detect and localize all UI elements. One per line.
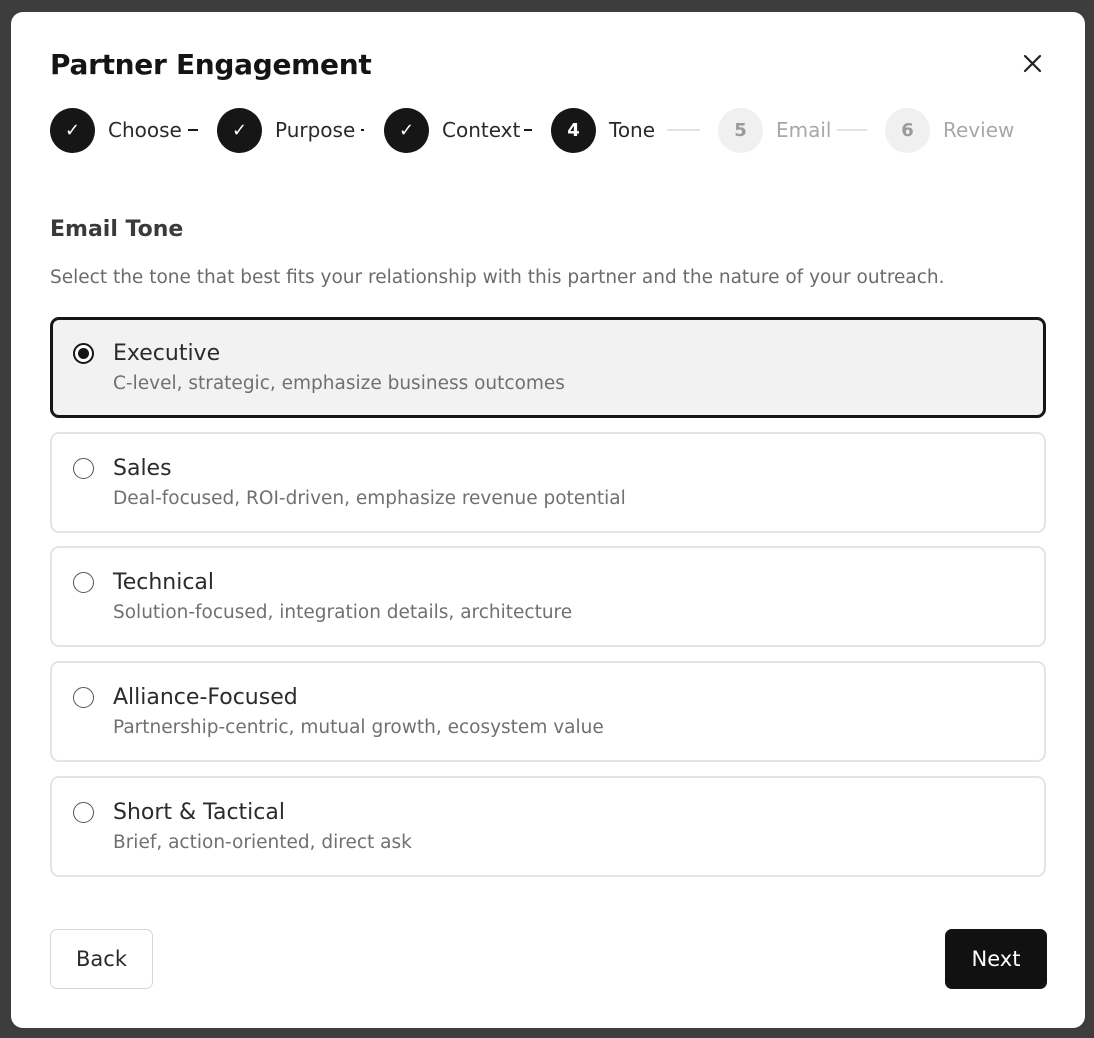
step-number: 4 <box>551 107 596 153</box>
partner-engagement-dialog: Partner Engagement ✓ Choose ✓ Purpose ✓ … <box>11 12 1085 1028</box>
radio-selected-dot <box>78 348 89 359</box>
check-icon: ✓ <box>217 107 262 153</box>
option-description: Brief, action-oriented, direct ask <box>113 832 412 853</box>
radio-button[interactable] <box>73 572 94 593</box>
step-label: Context <box>442 118 521 142</box>
option-title: Short & Tactical <box>113 800 285 825</box>
step-email: 5 Email <box>718 107 832 153</box>
step-label: Choose <box>108 118 182 142</box>
close-icon <box>1023 54 1042 73</box>
step-context: ✓ Context <box>384 107 520 153</box>
step-label: Review <box>943 118 1015 142</box>
tone-option-sales[interactable]: Sales Deal-focused, ROI-driven, emphasiz… <box>50 432 1046 533</box>
next-button[interactable]: Next <box>945 929 1047 989</box>
section-title: Email Tone <box>50 217 184 242</box>
option-title: Executive <box>113 341 221 366</box>
step-number: 6 <box>885 107 930 153</box>
radio-button[interactable] <box>73 687 94 708</box>
tone-option-short-tactical[interactable]: Short & Tactical Brief, action-oriented,… <box>50 776 1046 877</box>
step-connector <box>837 129 867 131</box>
step-connector <box>188 129 198 131</box>
step-connector <box>361 129 364 131</box>
check-icon: ✓ <box>384 107 429 153</box>
step-purpose: ✓ Purpose <box>217 107 355 153</box>
back-button[interactable]: Back <box>50 929 153 989</box>
check-icon: ✓ <box>50 107 95 153</box>
step-number: 5 <box>718 107 763 153</box>
step-label: Email <box>776 118 832 142</box>
section-description: Select the tone that best fits your rela… <box>50 267 945 288</box>
step-connector <box>667 129 700 131</box>
option-title: Alliance-Focused <box>113 685 298 710</box>
step-label: Purpose <box>275 118 356 142</box>
radio-button[interactable] <box>73 802 94 823</box>
option-description: Partnership-centric, mutual growth, ecos… <box>113 717 604 738</box>
wizard-stepper: ✓ Choose ✓ Purpose ✓ Context 4 Tone 5 Em… <box>50 107 1050 153</box>
step-connector <box>524 129 532 131</box>
tone-option-alliance-focused[interactable]: Alliance-Focused Partnership-centric, mu… <box>50 661 1046 762</box>
tone-option-technical[interactable]: Technical Solution-focused, integration … <box>50 546 1046 647</box>
radio-button[interactable] <box>73 458 94 479</box>
step-choose: ✓ Choose <box>50 107 182 153</box>
step-label: Tone <box>609 118 656 142</box>
option-title: Sales <box>113 456 172 481</box>
tone-option-executive[interactable]: Executive C-level, strategic, emphasize … <box>50 317 1046 418</box>
radio-button[interactable] <box>73 343 94 364</box>
option-title: Technical <box>113 570 215 595</box>
option-description: C-level, strategic, emphasize business o… <box>113 373 565 394</box>
option-description: Solution-focused, integration details, a… <box>113 602 573 623</box>
close-button[interactable] <box>1019 50 1047 78</box>
dialog-title: Partner Engagement <box>50 48 372 81</box>
option-description: Deal-focused, ROI-driven, emphasize reve… <box>113 488 626 509</box>
step-review: 6 Review <box>885 107 1014 153</box>
step-tone: 4 Tone <box>551 107 655 153</box>
